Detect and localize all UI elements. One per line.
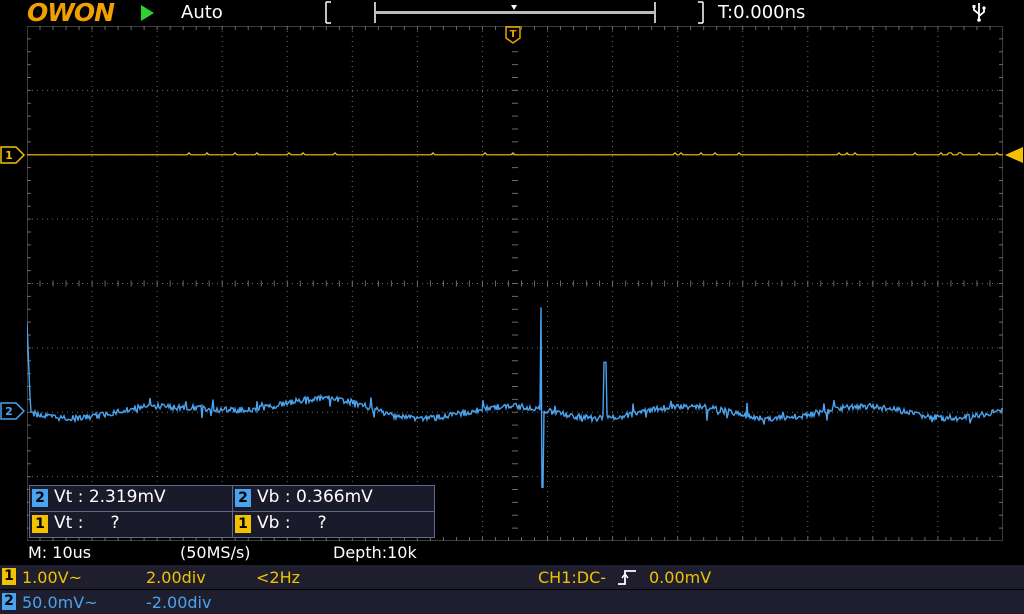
measurement-ch1-vt: 1 Vt : ? — [30, 512, 232, 536]
bottom-status-area: M: 10us (50MS/s) Depth:10k 1 1.00V~ 2.00… — [0, 541, 1024, 614]
trigger-marker-label: T — [510, 29, 517, 40]
acquisition-status: M: 10us (50MS/s) Depth:10k — [0, 541, 1024, 565]
ch1-scale[interactable]: 1.00V~ — [22, 568, 82, 587]
trigger-position-marker[interactable]: T — [505, 26, 521, 44]
sample-rate: (50MS/s) — [180, 543, 251, 562]
ch1-status-row[interactable]: 1 1.00V~ 2.00div <2Hz CH1:DC- 0.00mV — [0, 565, 1024, 589]
measurement-panel: 2 Vt : 2.319mV 2 Vb : 0.366mV 1 Vt : ? 1… — [29, 485, 435, 538]
measurement-value: Vb : 0.366mV — [257, 487, 373, 507]
divider — [30, 511, 434, 512]
ch2-marker-label: 2 — [5, 405, 13, 418]
brand-logo: OWON — [27, 0, 115, 27]
ch2-scale[interactable]: 50.0mV~ — [22, 593, 98, 612]
trigger-level[interactable]: 0.00mV — [649, 568, 711, 587]
usb-icon — [972, 3, 986, 22]
measurement-ch1-vb: 1 Vb : ? — [233, 512, 435, 536]
timebase[interactable]: M: 10us — [28, 543, 91, 562]
waveform-display[interactable] — [27, 26, 1003, 541]
trigger-level-marker[interactable] — [1004, 146, 1024, 164]
top-bar: OWON Auto T:0.000ns — [0, 0, 1024, 27]
ch2-badge: 2 — [235, 489, 251, 507]
trigger-mode[interactable]: Auto — [181, 2, 223, 23]
measurement-ch2-vt: 2 Vt : 2.319mV — [30, 486, 232, 510]
ch1-offset-marker[interactable]: 1 — [0, 146, 26, 164]
memory-depth[interactable]: Depth:10k — [333, 543, 417, 562]
ch2-badge: 2 — [2, 593, 16, 610]
run-icon[interactable] — [141, 5, 154, 21]
ch2-offset-marker[interactable]: 2 — [0, 402, 26, 420]
ch1-badge: 1 — [32, 515, 48, 533]
rising-edge-icon — [618, 570, 636, 585]
trigger-source[interactable]: CH1:DC- — [538, 568, 606, 587]
memory-timeline[interactable] — [323, 0, 706, 25]
ch1-badge: 1 — [235, 515, 251, 533]
ch2-status-row[interactable]: 2 50.0mV~ -2.00div — [0, 590, 1024, 614]
measurement-ch2-vb: 2 Vb : 0.366mV — [233, 486, 435, 510]
ch1-badge: 1 — [2, 568, 16, 585]
ch2-offset[interactable]: -2.00div — [146, 593, 211, 612]
measurement-value: Vt : 2.319mV — [54, 487, 166, 507]
ch1-frequency: <2Hz — [256, 568, 301, 587]
measurement-value: Vt : ? — [54, 513, 120, 533]
ch2-badge: 2 — [32, 489, 48, 507]
ch1-offset[interactable]: 2.00div — [146, 568, 206, 587]
trigger-time[interactable]: T:0.000ns — [718, 2, 805, 23]
measurement-value: Vb : ? — [257, 513, 327, 533]
ch1-marker-label: 1 — [5, 149, 13, 162]
